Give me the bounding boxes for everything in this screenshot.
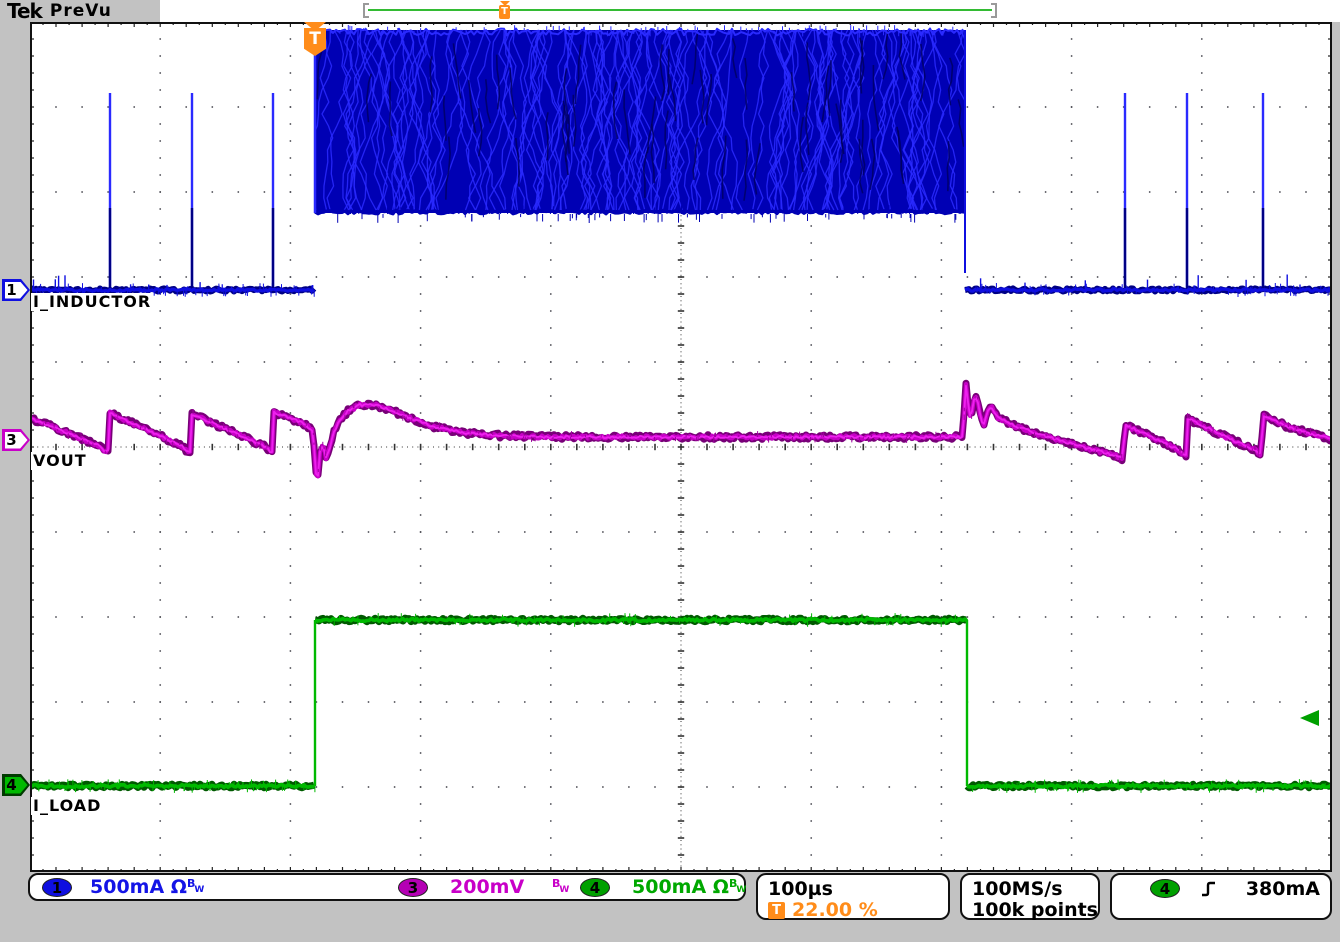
trigger-t-icon: T	[499, 5, 510, 19]
ch1-scale-readout: 500mA ΩBW	[90, 876, 204, 898]
rising-edge-icon	[1200, 880, 1218, 898]
ch1-switching-band	[305, 30, 998, 213]
ch3-scale-readout: 200mV	[450, 876, 524, 898]
acquisition-mode-label: PreVu	[50, 1, 112, 21]
ch4-scale: 500mA	[632, 876, 706, 898]
ch4-trace-label: I_LOAD	[31, 797, 103, 815]
record-window-right-bracket	[990, 3, 997, 18]
trigger-position-badge[interactable]: T	[303, 22, 327, 60]
ch3-position-marker[interactable]: 3	[2, 429, 30, 451]
ch3-scale: 200mV	[450, 876, 524, 898]
tek-logo: Tek	[7, 0, 42, 23]
logo-band: Tek PreVu	[0, 0, 160, 22]
waveform-display	[30, 22, 1332, 872]
header-bar: Tek PreVu T	[0, 0, 1340, 22]
ch4-badge: 4	[580, 878, 610, 897]
ch1-trace-label: I_INDUCTOR	[31, 293, 153, 311]
trigger-t-icon: T	[768, 902, 785, 919]
ch4-marker-number: 4	[2, 774, 21, 796]
ch1-scale: 500mA	[90, 876, 164, 898]
acquisition-readout-box[interactable]: 100MS/s 100k points	[960, 873, 1100, 920]
time-per-div-readout: 100µs	[768, 878, 833, 900]
ch1-badge: 1	[42, 878, 72, 897]
ch4-bandwidth-icon-sub: W	[736, 885, 746, 895]
trigger-position-percent: 22.00 %	[792, 899, 878, 921]
trigger-t-icon: T	[304, 28, 326, 56]
sample-rate-readout: 100MS/s	[972, 878, 1063, 900]
ch3-bandwidth-readout: BW	[552, 876, 569, 898]
ch4-trace	[30, 613, 1331, 793]
ch1-marker-number: 1	[2, 279, 21, 301]
horizontal-readout-box[interactable]: 100µs T 22.00 %	[756, 873, 950, 920]
record-window-trigger-marker: T	[499, 1, 511, 21]
record-length-readout: 100k points	[972, 899, 1098, 921]
ch3-marker-number: 3	[2, 429, 21, 451]
trigger-position-readout: T 22.00 %	[768, 899, 878, 921]
ch1-bandwidth-icon-sub: W	[194, 885, 204, 895]
trigger-level-readout: 380mA	[1246, 878, 1320, 900]
oscilloscope-screen: Tek PreVu T I_INDUCTOR VOUT I_LOAD 1 3 4	[0, 0, 1340, 942]
trigger-level-arrow-icon[interactable]	[1300, 710, 1319, 726]
ch4-position-marker[interactable]: 4	[2, 774, 30, 796]
channel-scale-readout-box[interactable]: 1 500mA ΩBW 3 200mV BW 4 500mA ΩBW	[28, 873, 746, 901]
graticule-area: I_INDUCTOR VOUT I_LOAD	[30, 22, 1332, 872]
ch4-scale-readout: 500mA ΩBW	[632, 876, 746, 898]
trigger-source-badge: 4	[1150, 879, 1180, 898]
ch3-bandwidth-icon-sub: W	[559, 885, 569, 895]
record-window-left-bracket	[363, 3, 370, 18]
ch3-trace-label: VOUT	[31, 452, 89, 470]
ch3-badge: 3	[398, 878, 428, 897]
ch1-coupling-icon: Ω	[171, 876, 187, 898]
ch1-position-marker[interactable]: 1	[2, 279, 30, 301]
trigger-readout-box[interactable]: 4 380mA	[1110, 873, 1332, 920]
ch4-coupling-icon: Ω	[713, 876, 729, 898]
record-window-line	[368, 9, 992, 11]
